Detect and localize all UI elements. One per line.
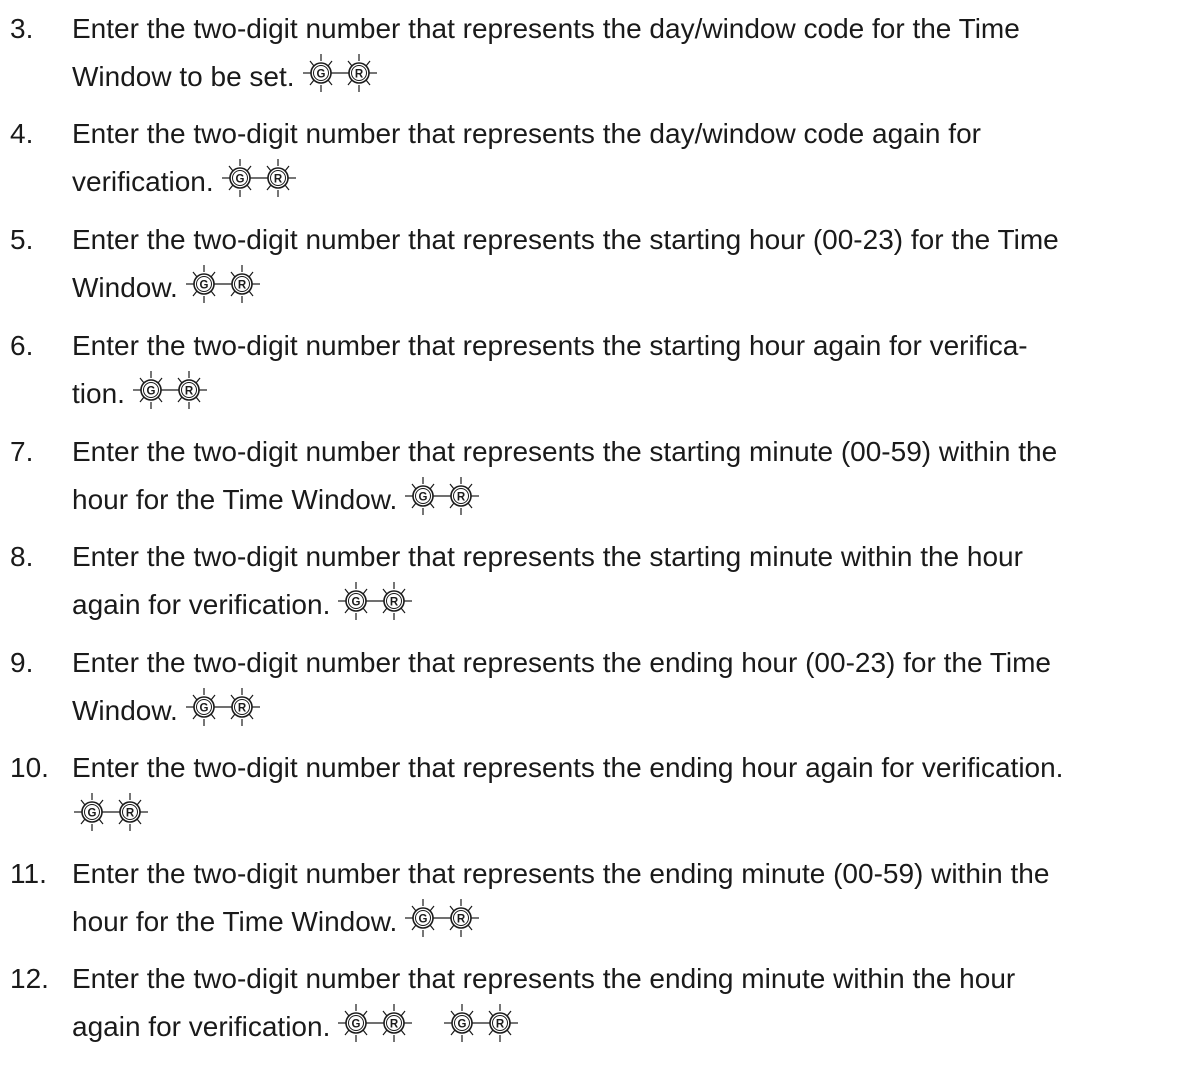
flashing-green-red-led-icon: GR (405, 899, 480, 937)
led-indicator-pair: GR (184, 264, 276, 304)
green-led-letter: G (352, 597, 361, 609)
step-text: Enter the two-digit number that represen… (72, 955, 1172, 1051)
red-led-letter: R (126, 808, 135, 820)
step-text-line-1: Enter the two-digit number that represen… (72, 13, 1020, 44)
red-led-letter: R (496, 1019, 505, 1031)
step-number: 7. (10, 436, 34, 467)
flashing-green-red-led-icon: GR (74, 793, 148, 831)
flashing-green-red-led-icon: GR (132, 371, 207, 409)
step-text-line-1: Enter the two-digit number that represen… (72, 541, 1023, 572)
red-led-letter: R (390, 597, 399, 609)
step-text-line-1: Enter the two-digit number that represen… (72, 963, 1016, 994)
led-indicator-pair: GR (336, 1003, 428, 1043)
green-led-letter: G (458, 1019, 467, 1031)
step-text: Enter the two-digit number that represen… (72, 744, 1172, 840)
red-led-letter: R (185, 386, 194, 398)
led-indicator-pair: GR (403, 476, 495, 516)
step-text-line-1: Enter the two-digit number that represen… (72, 330, 1028, 361)
step-text: Enter the two-digit number that represen… (72, 639, 1172, 735)
flashing-green-red-led-icon: GR (185, 688, 260, 726)
step-text: Enter the two-digit number that represen… (72, 428, 1172, 524)
step-text-line-1: Enter the two-digit number that represen… (72, 118, 981, 149)
green-led-letter: G (419, 914, 428, 926)
step-text-line-2: verification. (72, 166, 214, 197)
step-text-line-2: Window. (72, 272, 178, 303)
step-number: 12. (10, 963, 49, 994)
step-text: Enter the two-digit number that represen… (72, 5, 1172, 101)
flashing-green-red-led-icon: GR (444, 1004, 519, 1042)
green-led-letter: G (199, 280, 208, 292)
step-number: 4. (10, 118, 34, 149)
step-number: 6. (10, 330, 34, 361)
led-indicator-pair: GR (220, 158, 312, 198)
red-led-letter: R (273, 174, 282, 186)
red-led-letter: R (457, 914, 466, 926)
red-led-letter: R (390, 1019, 399, 1031)
step-text-line-2: hour for the Time Window. (72, 484, 398, 515)
step-text: Enter the two-digit number that represen… (72, 850, 1172, 946)
document-page: 3. Enter the two-digit number that repre… (0, 0, 1183, 1078)
step-number: 8. (10, 541, 34, 572)
step-text-line-1: Enter the two-digit number that represen… (72, 224, 1059, 255)
step-number: 5. (10, 224, 34, 255)
green-led-letter: G (352, 1019, 361, 1031)
flashing-green-red-led-icon: GR (221, 159, 296, 197)
step-text-line-1: Enter the two-digit number that represen… (72, 647, 1051, 678)
flashing-green-red-led-icon: GR (405, 477, 480, 515)
green-led-letter: G (316, 69, 325, 81)
step-text: Enter the two-digit number that represen… (72, 322, 1172, 418)
step-text: Enter the two-digit number that represen… (72, 533, 1172, 629)
red-led-letter: R (354, 69, 363, 81)
step-text-line-2: again for verification. (72, 589, 331, 620)
red-led-letter: R (457, 492, 466, 504)
green-led-letter: G (235, 174, 244, 186)
led-indicator-pair: GR (72, 792, 164, 832)
flashing-green-red-led-icon: GR (338, 582, 413, 620)
step-text: Enter the two-digit number that represen… (72, 110, 1172, 206)
step-number: 11. (10, 858, 47, 889)
flashing-green-red-led-icon: GR (302, 54, 377, 92)
green-led-letter: G (146, 386, 155, 398)
red-led-letter: R (238, 280, 247, 292)
step-text-line-2: again for verification. (72, 1011, 331, 1042)
step-text-line-1: Enter the two-digit number that represen… (72, 858, 1050, 889)
red-led-letter: R (238, 703, 247, 715)
led-indicator-pair: GR (336, 581, 428, 621)
step-text-line-2: tion. (72, 378, 125, 409)
led-indicator-pair: GR (184, 687, 276, 727)
green-led-letter: G (419, 492, 428, 504)
step-text-line-2: Window. (72, 695, 178, 726)
step-text-line-1: Enter the two-digit number that represen… (72, 752, 1064, 783)
led-indicator-pair: GR (442, 1003, 534, 1043)
step-text: Enter the two-digit number that represen… (72, 216, 1172, 312)
step-number: 3. (10, 13, 34, 44)
flashing-green-red-led-icon: GR (338, 1004, 413, 1042)
step-number: 9. (10, 647, 34, 678)
led-indicator-pair: GR (403, 898, 495, 938)
step-text-line-1: Enter the two-digit number that represen… (72, 436, 1058, 467)
green-led-letter: G (88, 808, 97, 820)
step-text-line-2: hour for the Time Window. (72, 906, 398, 937)
step-text-line-2: Window to be set. (72, 61, 295, 92)
green-led-letter: G (199, 703, 208, 715)
led-indicator-pair: GR (131, 370, 223, 410)
led-indicator-pair: GR (301, 53, 393, 93)
flashing-green-red-led-icon: GR (185, 265, 260, 303)
step-number: 10. (10, 752, 49, 783)
